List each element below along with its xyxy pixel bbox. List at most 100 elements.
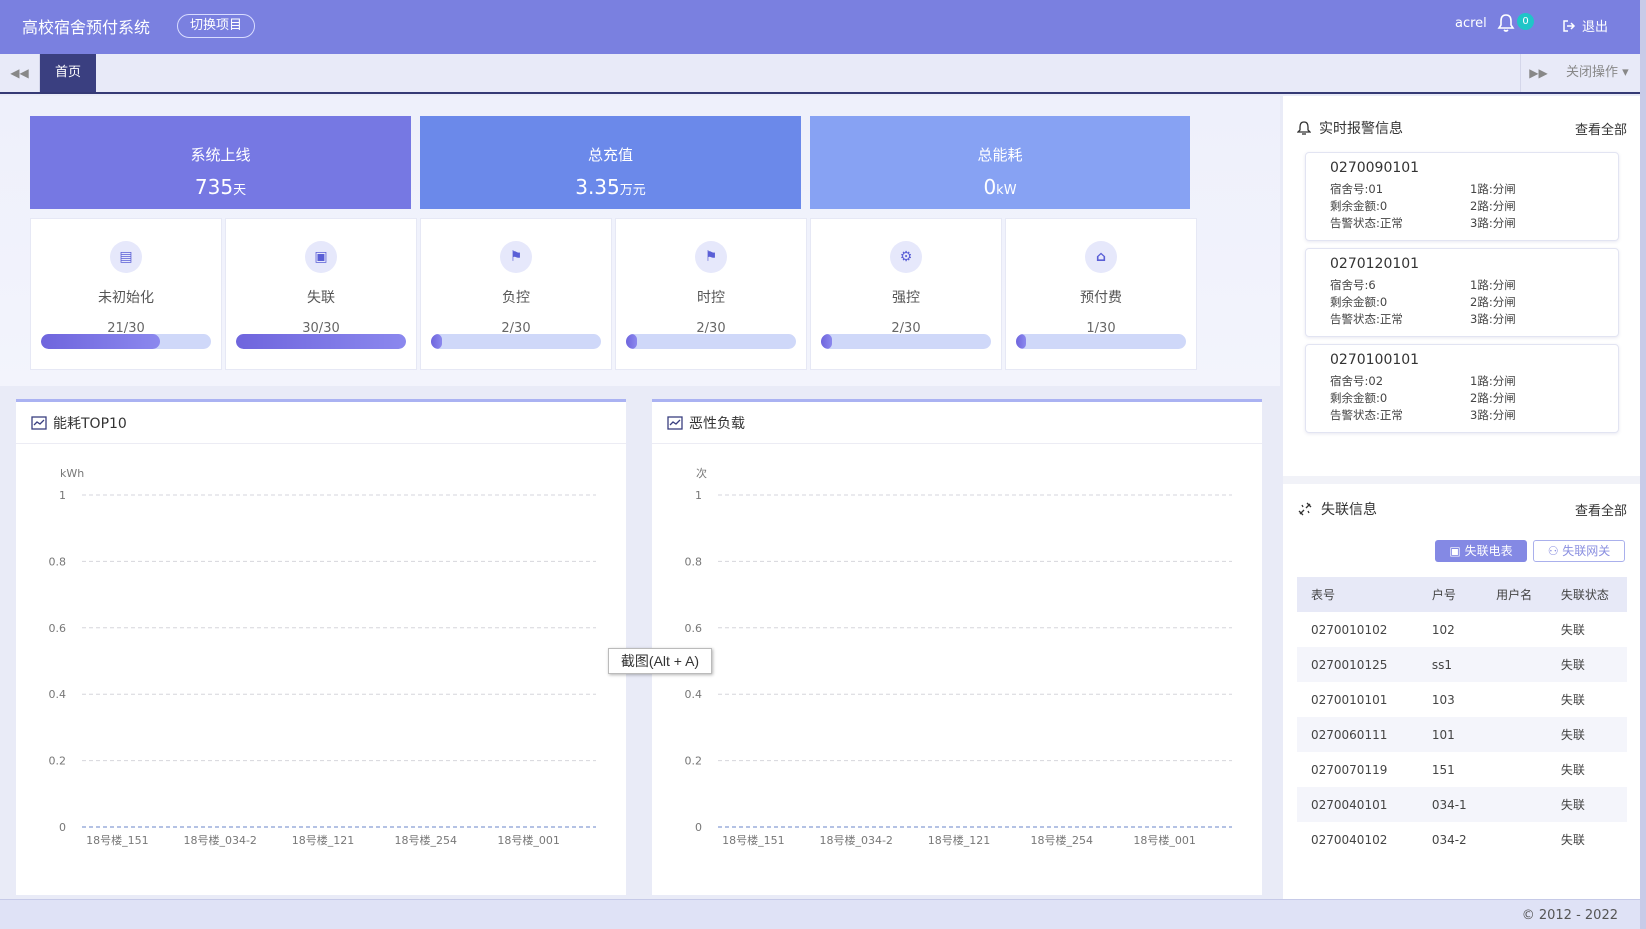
status-label: 负控: [502, 290, 530, 306]
cell-username: [1482, 717, 1547, 752]
lost-view-all-link[interactable]: 查看全部: [1575, 500, 1627, 519]
alarm-status: 告警状态:正常: [1330, 312, 1403, 326]
flag-icon: ⚑: [500, 241, 532, 273]
page-scrollbar[interactable]: [1640, 0, 1646, 929]
cell-lost-status: 失联: [1560, 693, 1585, 707]
alarm-room: 宿舍号:6: [1330, 278, 1376, 292]
alarm-status: 告警状态:正常: [1330, 216, 1403, 230]
status-progress-fill: [626, 334, 638, 349]
x-tick-label: 18号楼_121: [292, 833, 355, 847]
stat-card-0: 系统上线 735天: [30, 116, 411, 209]
stat-value: 735: [194, 175, 234, 199]
status-progress-fill: [1016, 334, 1027, 349]
cell-username: [1482, 822, 1547, 857]
status-card-2[interactable]: ⚑ 负控 2/30: [420, 218, 612, 370]
alarm-route-3: 3路:分闸: [1470, 216, 1516, 230]
gears-icon: ⚙: [890, 241, 922, 273]
alarm-route-3: 3路:分闸: [1470, 408, 1516, 422]
footer: © 2012 - 2022: [0, 899, 1640, 929]
col-account-no: 户号: [1413, 577, 1483, 612]
cell-account-no: 102: [1431, 622, 1455, 637]
alarm-card[interactable]: 0270100101 宿舍号:02 剩余金额:0 告警状态:正常 1路:分闸 2路:分闸 3…: [1305, 344, 1619, 433]
overload-header: 恶性负载: [652, 402, 1262, 444]
table-row[interactable]: 0270010101 103 失联: [1297, 682, 1627, 717]
stat-value-line: 3.35万元: [420, 175, 801, 199]
card-icon: ▤: [110, 241, 142, 273]
status-card-0[interactable]: ▤ 未初始化 21/30: [30, 218, 222, 370]
y-unit-label: 次: [696, 466, 707, 480]
copyright: © 2012 - 2022: [1521, 908, 1618, 923]
bell-outline-icon: [1297, 121, 1311, 135]
double-left-icon: ◀◀: [10, 66, 29, 80]
disconnect-icon: [1298, 502, 1312, 516]
cell-meter-no: 0270010102: [1311, 622, 1388, 637]
cell-lost-status: 失联: [1560, 763, 1585, 777]
lost-section-header: 失联信息 查看全部: [1297, 499, 1627, 519]
close-operations-label: 关闭操作: [1566, 65, 1619, 80]
alarm-route-1: 1路:分闸: [1470, 374, 1516, 388]
status-progress-bar: [821, 334, 991, 349]
lost-meter-button[interactable]: ▣ 失联电表: [1435, 540, 1527, 562]
x-tick-label: 18号楼_034-2: [183, 833, 256, 847]
username[interactable]: acrel: [1455, 16, 1487, 31]
x-tick-label: 18号楼_151: [722, 833, 785, 847]
meter-icon: ▣: [1449, 544, 1465, 558]
alarm-section-header: 实时报警信息 查看全部: [1297, 118, 1627, 138]
tab-home[interactable]: 首页: [40, 54, 96, 92]
y-tick-label: 1: [59, 489, 66, 502]
cell-account-no: 034-1: [1413, 787, 1483, 822]
stat-value: 3.35: [575, 175, 620, 199]
section-divider: [1283, 476, 1640, 484]
stat-unit: 万元: [619, 183, 646, 198]
tab-prev-button[interactable]: ◀◀: [0, 54, 40, 92]
table-row[interactable]: 0270070119 151 失联: [1297, 752, 1627, 787]
cell-lost-status: 失联: [1560, 623, 1585, 637]
cell-lost-status: 失联: [1546, 717, 1627, 752]
status-label: 失联: [307, 290, 335, 306]
energy-top10-title: 能耗TOP10: [53, 415, 127, 432]
alarm-route-3: 3路:分闸: [1470, 312, 1516, 326]
flag-icon: ⚑: [695, 241, 727, 273]
stat-title: 总充值: [587, 146, 633, 164]
cell-account-no: ss1: [1413, 647, 1483, 682]
stat-title: 总能耗: [977, 146, 1023, 164]
alarm-balance: 剩余金额:0: [1330, 391, 1388, 405]
y-tick-label: 1: [695, 489, 702, 502]
screenshot-tooltip: 截图(Alt + A): [608, 648, 712, 674]
status-card-4[interactable]: ⚙ 强控 2/30: [810, 218, 1002, 370]
alarm-route-1: 1路:分闸: [1470, 182, 1516, 196]
logout-label: 退出: [1582, 20, 1609, 35]
top-header: 高校宿舍预付系统 切换项目 acrel 0 退出: [0, 0, 1646, 54]
tab-next-button[interactable]: ▶▶: [1520, 54, 1556, 92]
y-tick-label: 0.4: [49, 688, 67, 701]
alarm-route-1: 1路:分闸: [1470, 278, 1516, 292]
bell-icon[interactable]: [1496, 12, 1516, 34]
status-card-1[interactable]: ▣ 失联 30/30: [225, 218, 417, 370]
close-operations-dropdown[interactable]: 关闭操作 ▾: [1566, 54, 1629, 92]
x-tick-label: 18号楼_001: [497, 833, 560, 847]
status-progress-fill: [821, 334, 833, 349]
logout-button[interactable]: 退出: [1562, 16, 1608, 35]
alarm-card[interactable]: 0270090101 宿舍号:01 剩余金额:0 告警状态:正常 1路:分闸 2路:分闸 3…: [1305, 152, 1619, 241]
cell-meter-no: 0270010125: [1297, 647, 1414, 682]
switch-project-button[interactable]: 切换项目: [177, 14, 256, 38]
y-tick-label: 0.2: [49, 755, 67, 768]
stat-title: 系统上线: [190, 146, 251, 164]
table-row[interactable]: 0270040101 034-1 失联: [1297, 787, 1627, 822]
status-card-3[interactable]: ⚑ 时控 2/30: [615, 218, 807, 370]
x-tick-label: 18号楼_034-2: [819, 833, 892, 847]
alarm-meter-id: 0270100101: [1330, 352, 1420, 368]
table-row[interactable]: 0270040102 034-2 失联: [1297, 822, 1627, 857]
table-row[interactable]: 0270060111 101 失联: [1297, 717, 1627, 752]
table-row[interactable]: 0270010102 102 失联: [1297, 612, 1627, 647]
status-progress-bar: [1016, 334, 1186, 349]
cell-meter-no: 0270010101: [1311, 692, 1388, 707]
alarm-card[interactable]: 0270120101 宿舍号:6 剩余金额:0 告警状态:正常 1路:分闸 2路:分闸 3路…: [1305, 248, 1619, 337]
cell-lost-status: 失联: [1546, 647, 1627, 682]
lost-table-header: 表号 户号 用户名 失联状态: [1297, 577, 1627, 612]
lost-gateway-button[interactable]: ⚇ 失联网关: [1533, 540, 1625, 562]
table-row[interactable]: 0270010125 ss1 失联: [1297, 647, 1627, 682]
alarm-view-all-link[interactable]: 查看全部: [1575, 119, 1627, 138]
status-card-5[interactable]: ⌂ 预付费 1/30: [1005, 218, 1197, 370]
lost-meter-label: 失联电表: [1464, 544, 1513, 558]
